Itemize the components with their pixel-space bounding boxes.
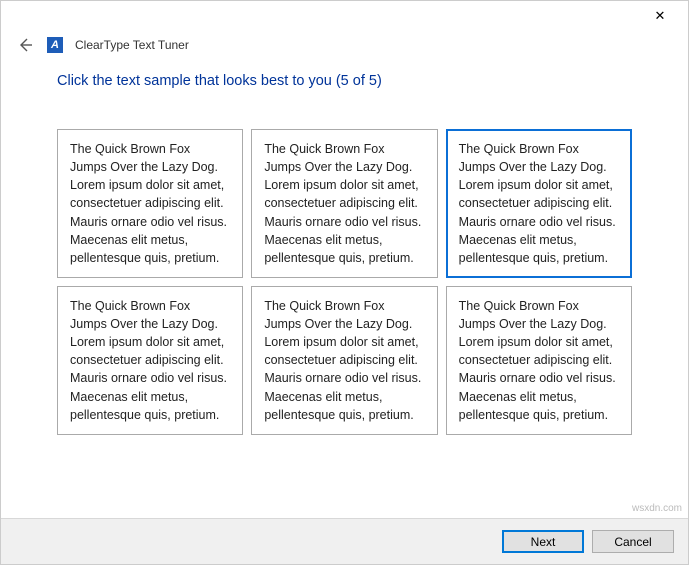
sample-grid: The Quick Brown Fox Jumps Over the Lazy … (57, 129, 632, 435)
back-arrow-icon (17, 37, 33, 53)
content-area: Click the text sample that looks best to… (1, 65, 688, 435)
footer: Next Cancel (1, 518, 688, 564)
close-icon: ✕ (655, 8, 666, 24)
close-button[interactable]: ✕ (640, 2, 680, 30)
header: A ClearType Text Tuner (1, 31, 688, 65)
text-sample-6[interactable]: The Quick Brown Fox Jumps Over the Lazy … (446, 286, 632, 435)
titlebar: ✕ (1, 1, 688, 31)
text-sample-5[interactable]: The Quick Brown Fox Jumps Over the Lazy … (251, 286, 437, 435)
next-button[interactable]: Next (502, 530, 584, 553)
back-button[interactable] (15, 35, 35, 55)
app-icon-letter: A (51, 39, 59, 51)
text-sample-2[interactable]: The Quick Brown Fox Jumps Over the Lazy … (251, 129, 437, 278)
text-sample-4[interactable]: The Quick Brown Fox Jumps Over the Lazy … (57, 286, 243, 435)
app-title: ClearType Text Tuner (75, 38, 189, 52)
cancel-button[interactable]: Cancel (592, 530, 674, 553)
app-icon: A (47, 37, 63, 53)
text-sample-1[interactable]: The Quick Brown Fox Jumps Over the Lazy … (57, 129, 243, 278)
page-heading: Click the text sample that looks best to… (57, 73, 632, 89)
watermark: wsxdn.com (632, 503, 682, 514)
text-sample-3[interactable]: The Quick Brown Fox Jumps Over the Lazy … (446, 129, 632, 278)
